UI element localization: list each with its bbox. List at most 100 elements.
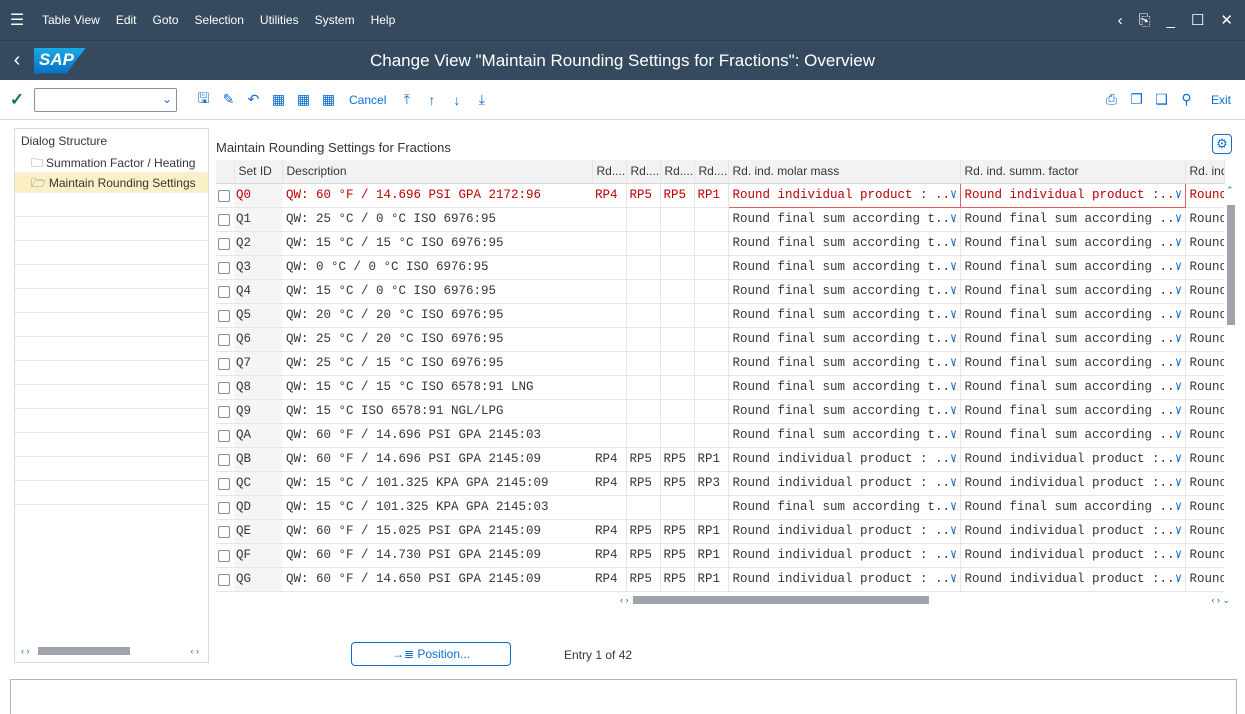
rounding-code-cell[interactable] <box>694 279 729 304</box>
rounding-code-cell[interactable]: RP4 <box>592 447 627 472</box>
rounding-code-cell[interactable] <box>660 303 695 328</box>
rounding-code-cell[interactable]: RP5 <box>626 447 661 472</box>
rounding-code-cell[interactable]: RP1 <box>694 447 729 472</box>
table-row[interactable]: Q6 QW: 25 °C / 20 °C ISO 6976:95 Round fin… <box>216 327 1224 352</box>
rounding-code-cell[interactable] <box>694 255 729 280</box>
previous-page-icon[interactable]: ↑ <box>419 92 444 108</box>
row-select-cell[interactable] <box>216 567 234 592</box>
summ-factor-dropdown[interactable]: Round individual product :... ∨ <box>960 567 1186 592</box>
row-select-cell[interactable] <box>216 543 234 568</box>
next-column-cell[interactable]: Round <box>1185 303 1224 328</box>
description-cell[interactable]: QW: 60 °F / 15.025 PSI GPA 2145:09 <box>282 519 592 544</box>
rounding-code-cell[interactable] <box>694 327 729 352</box>
rounding-code-cell[interactable] <box>660 207 695 232</box>
table-row[interactable]: QF QW: 60 °F / 14.730 PSI GPA 2145:09 RP4 R… <box>216 543 1224 568</box>
rounding-code-cell[interactable]: RP5 <box>660 519 695 544</box>
next-column-cell[interactable]: Round <box>1185 375 1224 400</box>
enter-check-icon[interactable]: ✓ <box>0 90 34 110</box>
dropdown-chevron-icon[interactable]: ∨ <box>1174 331 1182 344</box>
display-change-icon[interactable]: ✎ <box>216 91 241 108</box>
table-row[interactable]: Q2 QW: 15 °C / 15 °C ISO 6976:95 Round fin… <box>216 231 1224 256</box>
scroll-thumb[interactable] <box>632 596 929 604</box>
description-cell[interactable]: QW: 0 °C / 0 °C ISO 6976:95 <box>282 255 592 280</box>
rounding-code-cell[interactable] <box>660 423 695 448</box>
row-select-cell[interactable] <box>216 351 234 376</box>
dropdown-chevron-icon[interactable]: ∨ <box>1174 475 1182 488</box>
rounding-code-cell[interactable] <box>626 351 661 376</box>
rounding-code-cell[interactable] <box>626 327 661 352</box>
dropdown-chevron-icon[interactable]: ∨ <box>949 187 957 200</box>
summ-factor-dropdown[interactable]: Round individual product :... ∨ <box>960 447 1186 472</box>
rounding-code-cell[interactable] <box>626 375 661 400</box>
tree-node-summation-factor[interactable]: 🗀 Summation Factor / Heating <box>15 153 208 173</box>
rounding-code-cell[interactable]: RP1 <box>694 519 729 544</box>
molar-mass-dropdown[interactable]: Round final sum according t... ∨ <box>728 255 961 280</box>
rounding-code-cell[interactable]: RP5 <box>626 543 661 568</box>
last-page-icon[interactable]: ⤓ <box>469 91 494 108</box>
table-row[interactable]: Q5 QW: 20 °C / 20 °C ISO 6976:95 Round fin… <box>216 303 1224 328</box>
menu-help[interactable]: Help <box>363 13 404 27</box>
table-settings-gear-icon[interactable]: ⚙ <box>1212 134 1232 154</box>
rounding-code-cell[interactable] <box>660 375 695 400</box>
dropdown-chevron-icon[interactable]: ∨ <box>949 523 957 536</box>
row-select-cell[interactable] <box>216 303 234 328</box>
next-page-icon[interactable]: ↓ <box>444 92 469 108</box>
summ-factor-dropdown[interactable]: Round final sum according ... ∨ <box>960 279 1186 304</box>
rounding-code-cell[interactable]: RP4 <box>592 471 627 496</box>
rounding-code-cell[interactable] <box>694 423 729 448</box>
rounding-code-cell[interactable] <box>660 279 695 304</box>
dropdown-chevron-icon[interactable]: ∨ <box>949 331 957 344</box>
rounding-code-cell[interactable] <box>660 351 695 376</box>
scroll-thumb[interactable] <box>37 647 130 655</box>
next-column-cell[interactable]: Round <box>1185 279 1224 304</box>
description-cell[interactable]: QW: 15 °C / 0 °C ISO 6976:95 <box>282 279 592 304</box>
molar-mass-dropdown[interactable]: Round individual product : ... ∨ <box>728 543 961 568</box>
row-select-cell[interactable] <box>216 231 234 256</box>
row-select-cell[interactable] <box>216 399 234 424</box>
table-horizontal-scrollbar[interactable]: ‹ › ‹ › ⌄ <box>620 595 1230 606</box>
row-select-cell[interactable] <box>216 327 234 352</box>
summ-factor-dropdown[interactable]: Round individual product :... ∨ <box>959 182 1186 208</box>
rounding-code-cell[interactable] <box>660 399 695 424</box>
next-column-cell[interactable]: Round <box>1185 207 1224 232</box>
rounding-code-cell[interactable] <box>694 399 729 424</box>
rounding-code-cell[interactable] <box>626 207 661 232</box>
rounding-code-cell[interactable] <box>694 351 729 376</box>
row-checkbox[interactable] <box>218 549 230 562</box>
scroll-arrows-icon[interactable]: ‹ › <box>21 646 30 656</box>
row-checkbox[interactable] <box>218 573 230 586</box>
table-row[interactable]: Q3 QW: 0 °C / 0 °C ISO 6976:95 Round final… <box>216 255 1224 280</box>
column-header[interactable]: Rd.... <box>694 160 729 184</box>
scroll-arrows-icon[interactable]: ‹ › <box>620 595 629 605</box>
rounding-code-cell[interactable] <box>660 255 695 280</box>
dropdown-chevron-icon[interactable]: ∨ <box>1174 283 1182 296</box>
rounding-code-cell[interactable]: RP4 <box>592 543 627 568</box>
description-cell[interactable]: QW: 15 °C / 101.325 KPA GPA 2145:03 <box>282 495 592 520</box>
close-icon[interactable]: ✕ <box>1220 11 1233 29</box>
chevron-down-icon[interactable]: ⌄ <box>162 92 172 106</box>
rounding-code-cell[interactable] <box>592 207 627 232</box>
summ-factor-dropdown[interactable]: Round individual product :... ∨ <box>960 519 1186 544</box>
summ-factor-dropdown[interactable]: Round final sum according ... ∨ <box>960 231 1186 256</box>
row-select-cell[interactable] <box>216 495 234 520</box>
rounding-code-cell[interactable] <box>626 255 661 280</box>
column-header[interactable]: Rd. ind <box>1185 160 1225 184</box>
rounding-code-cell[interactable] <box>660 327 695 352</box>
dropdown-chevron-icon[interactable]: ∨ <box>949 571 957 584</box>
table-row[interactable]: Q9 QW: 15 °C ISO 6578:91 NGL/LPG Round fin… <box>216 399 1224 424</box>
table-row[interactable]: QB QW: 60 °F / 14.696 PSI GPA 2145:09 RP4 R… <box>216 447 1224 472</box>
next-column-cell[interactable]: Round <box>1185 255 1224 280</box>
column-header[interactable]: Rd.... <box>592 160 627 184</box>
tree-node-maintain-rounding[interactable]: 🗁 Maintain Rounding Settings <box>15 173 208 193</box>
table-vertical-scrollbar[interactable]: ⌃ <box>1226 185 1236 597</box>
collapse-icon[interactable]: ‹ <box>1118 12 1123 29</box>
molar-mass-dropdown[interactable]: Round individual product : ... ∨ <box>728 471 961 496</box>
next-column-cell[interactable]: Round <box>1185 399 1224 424</box>
molar-mass-dropdown[interactable]: Round final sum according t... ∨ <box>728 351 961 376</box>
position-button[interactable]: →≣ Position... <box>351 642 511 666</box>
molar-mass-dropdown[interactable]: Round individual product : ... ∨ <box>727 182 961 208</box>
table-row[interactable]: QC QW: 15 °C / 101.325 KPA GPA 2145:09 RP4… <box>216 471 1224 496</box>
minimize-icon[interactable]: _ <box>1167 12 1175 29</box>
dropdown-chevron-icon[interactable]: ∨ <box>949 451 957 464</box>
select-all-header[interactable] <box>216 160 235 184</box>
